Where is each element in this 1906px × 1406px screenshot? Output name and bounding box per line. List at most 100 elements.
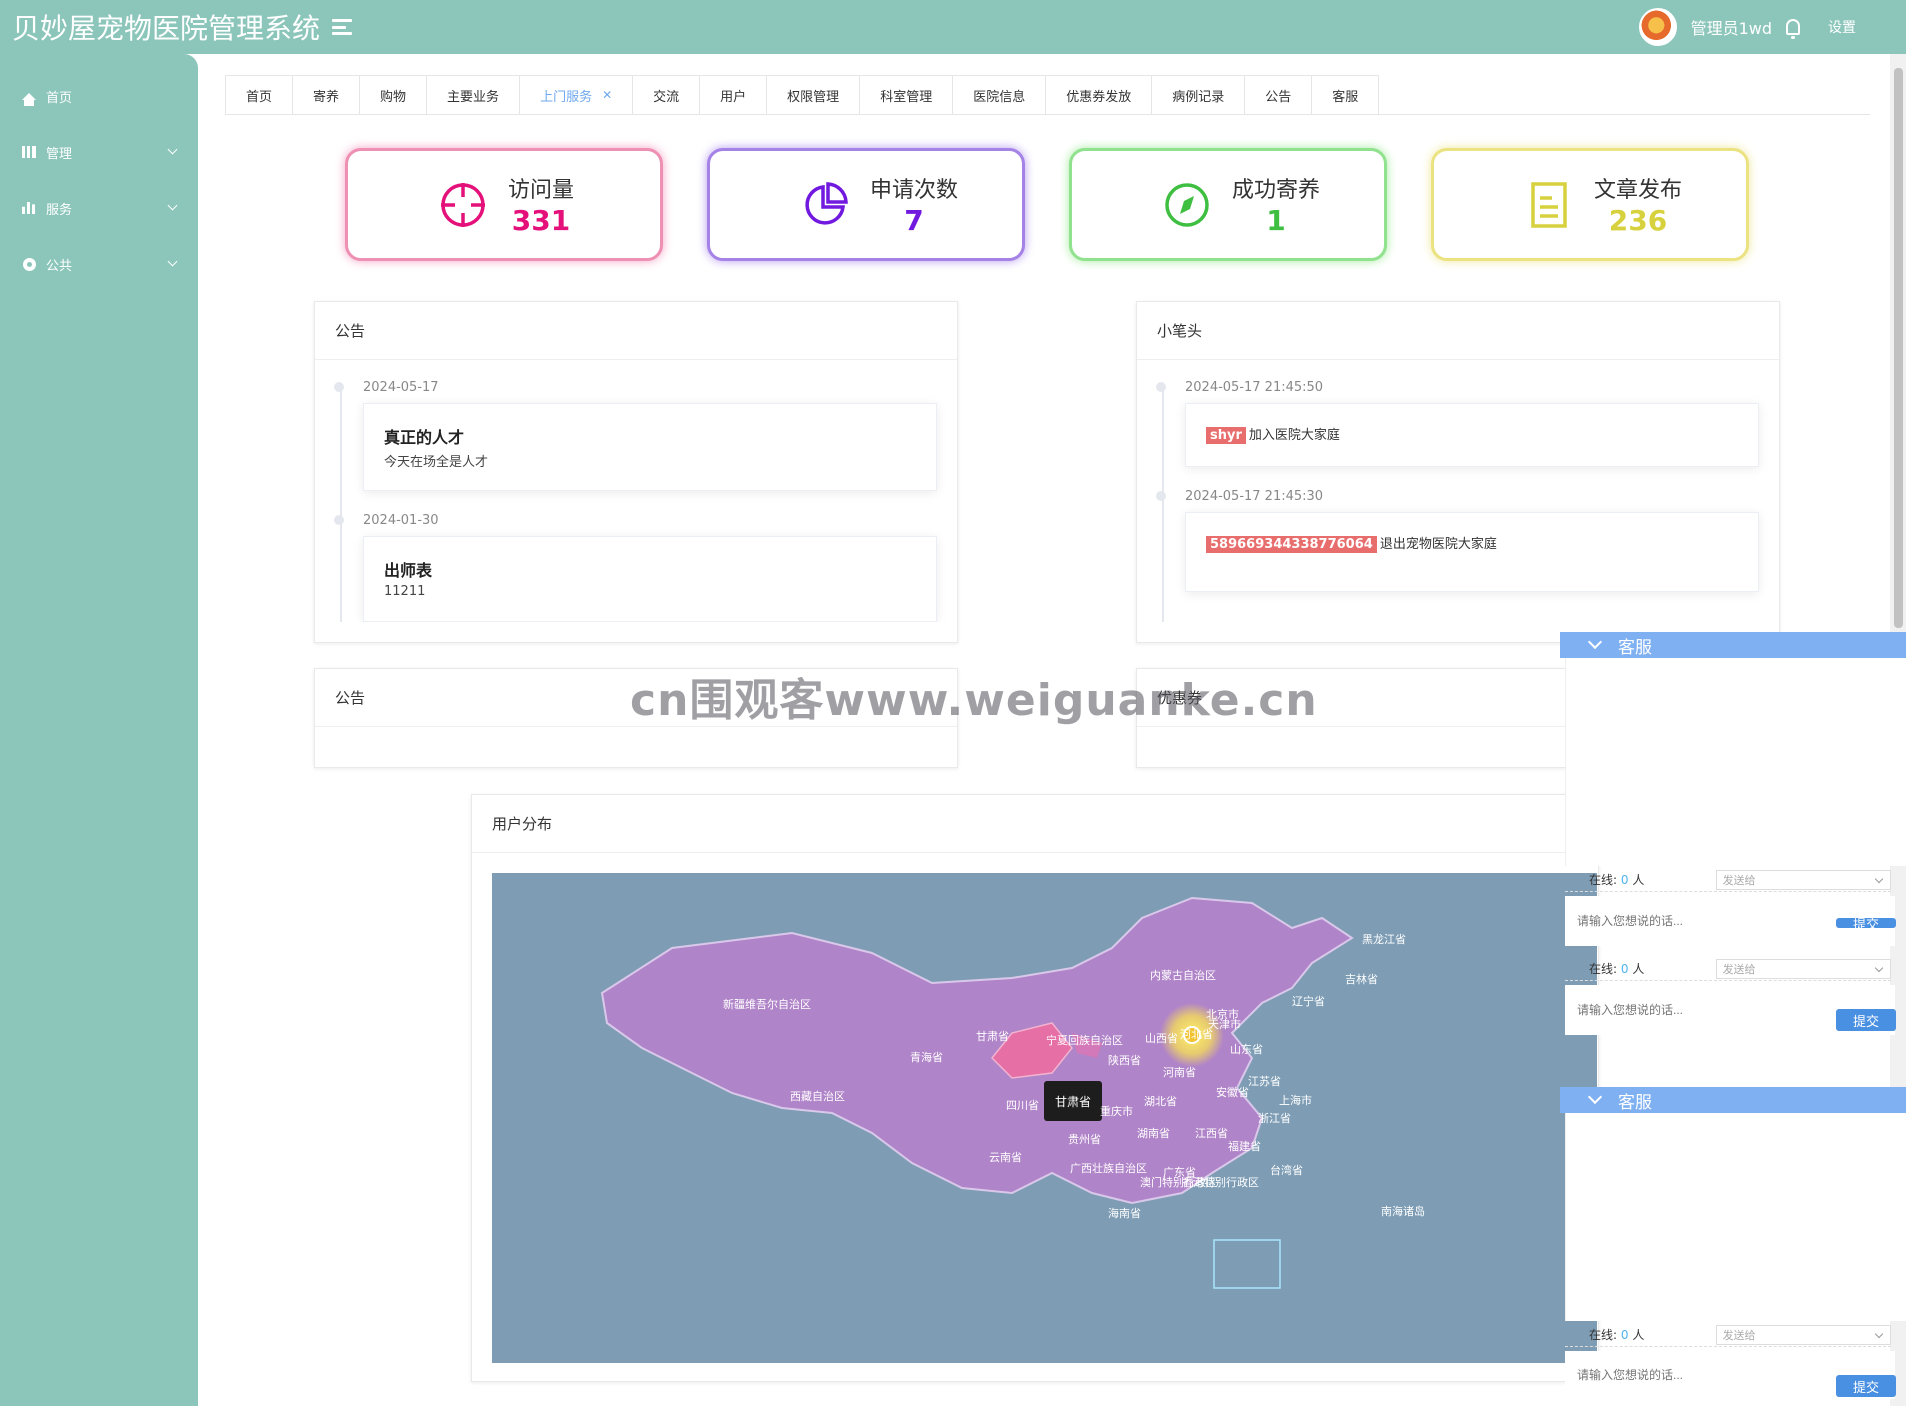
notice-body: 今天在场全是人才 [384, 455, 489, 470]
send-to-select[interactable]: 发送给 [1715, 869, 1891, 890]
chat-title: 客服 [1618, 637, 1652, 658]
chevron-down-icon [167, 144, 178, 155]
send-to-select[interactable]: 发送给 [1715, 1324, 1891, 1345]
timeline-date: 2024-01-30 [363, 513, 439, 528]
activity-panel: 小笔头 2024-05-17 21:45:50 shyr 加入医院大家庭 2024… [1136, 301, 1780, 643]
panel-title: 用户分布 [472, 795, 1598, 853]
tab-coupons[interactable]: 优惠券发放 [1045, 75, 1152, 115]
chevron-down-icon [167, 200, 178, 211]
user-tag: shyr [1206, 427, 1246, 444]
notice-panel: 公告 2024-05-17 真正的人才 今天在场全是人才 2024-01-30 … [314, 301, 958, 643]
crosshair-icon [438, 180, 488, 230]
timeline-item: 2024-05-17 21:45:30 589669344338776064 退出… [1156, 489, 1759, 592]
pie-chart-icon [800, 180, 850, 230]
activity-timeline: 2024-05-17 21:45:50 shyr 加入医院大家庭 2024-05-… [1137, 360, 1779, 622]
chat-header[interactable]: 客服 [1560, 1087, 1906, 1113]
tab-customer-service[interactable]: 客服 [1311, 75, 1380, 115]
activity-text: 加入医院大家庭 [1248, 428, 1340, 443]
notice-card[interactable]: 真正的人才 今天在场全是人才 [363, 403, 937, 491]
sidebar-item-service[interactable]: 服务 [0, 180, 198, 236]
notice-timeline: 2024-05-17 真正的人才 今天在场全是人才 2024-01-30 出师表… [315, 360, 957, 622]
tab-home[interactable]: 首页 [225, 75, 293, 115]
panel-title: 小笔头 [1137, 302, 1779, 360]
scroll-thumb[interactable] [1894, 68, 1903, 628]
tab-shopping[interactable]: 购物 [359, 75, 427, 115]
online-label: 在线: [1589, 873, 1618, 887]
avatar[interactable] [1638, 8, 1677, 46]
tab-hospital-info[interactable]: 医院信息 [952, 75, 1046, 115]
bell-icon[interactable] [1786, 19, 1800, 39]
stat-card-foster-success: 成功寄养 1 [1069, 148, 1387, 261]
online-number: 0 [1620, 873, 1629, 887]
chat-header[interactable]: 客服 [1560, 632, 1906, 658]
online-unit: 人 [1632, 1328, 1645, 1342]
chevron-down-icon[interactable] [1587, 634, 1603, 650]
send-to-select[interactable]: 发送给 [1715, 958, 1891, 979]
chevron-down-icon[interactable] [1587, 1089, 1603, 1105]
stat-value: 1 [1266, 204, 1286, 237]
timeline-dot [334, 515, 344, 525]
online-count: 在线: 0 人 [1589, 871, 1716, 888]
menu-toggle-icon[interactable] [332, 19, 353, 35]
sidebar-item-label: 公共 [46, 258, 73, 274]
panel-title: 公告 [315, 302, 957, 360]
compass-icon [1162, 180, 1212, 230]
timeline-date: 2024-05-17 21:45:30 [1185, 489, 1324, 504]
map-tooltip: 甘肃省 [1044, 1081, 1102, 1121]
stat-card-visits: 访问量 331 [345, 148, 663, 261]
online-count: 在线: 0 人 [1589, 960, 1716, 977]
close-icon[interactable]: ✕ [602, 88, 612, 102]
home-icon [22, 89, 36, 106]
timeline-dot [1156, 491, 1166, 501]
timeline-date: 2024-05-17 21:45:50 [1185, 380, 1324, 395]
settings-link[interactable]: 设置 [1828, 17, 1856, 37]
activity-text: 退出宠物医院大家庭 [1379, 537, 1497, 552]
tab-foster[interactable]: 寄养 [292, 75, 360, 115]
tab-notices[interactable]: 公告 [1244, 75, 1312, 115]
tab-users[interactable]: 用户 [699, 75, 767, 115]
stat-label: 成功寄养 [1232, 178, 1321, 203]
south-sea-box [1213, 1239, 1281, 1289]
tab-home-service[interactable]: 上门服务 ✕ [519, 75, 633, 115]
tab-case-records[interactable]: 病例记录 [1151, 75, 1245, 115]
admin-name[interactable]: 管理员1wd [1691, 15, 1772, 39]
activity-card: 589669344338776064 退出宠物医院大家庭 [1185, 512, 1759, 592]
tab-label: 上门服务 [540, 89, 593, 105]
submit-button[interactable]: 提交 [1836, 1375, 1896, 1397]
user-distribution-panel: 用户分布 [471, 794, 1599, 1382]
document-icon [1524, 180, 1574, 230]
submit-button[interactable]: 提交 [1836, 918, 1896, 928]
online-number: 0 [1620, 1328, 1629, 1342]
timeline-dot [334, 382, 344, 392]
stat-value: 331 [511, 204, 571, 237]
stat-value: 7 [904, 204, 924, 237]
chat-status-row: 在线: 0 人 发送给 [1565, 1323, 1891, 1347]
online-label: 在线: [1589, 962, 1618, 976]
hotspot-dot [1183, 1026, 1201, 1044]
submit-button[interactable]: 提交 [1836, 1009, 1896, 1031]
sidebar-item-home[interactable]: 首页 [0, 68, 198, 124]
china-outline[interactable] [600, 896, 1354, 1205]
timeline-item: 2024-05-17 21:45:50 shyr 加入医院大家庭 [1156, 380, 1759, 467]
watermark: cn围观客www.weiguanke.cn [630, 675, 1318, 726]
stat-label: 申请次数 [870, 178, 959, 203]
tab-exchange[interactable]: 交流 [632, 75, 700, 115]
sidebar-item-manage[interactable]: 管理 [0, 124, 198, 180]
notice-card[interactable]: 出师表 11211 [363, 536, 937, 622]
bar-chart-icon [22, 201, 36, 215]
grid-icon [22, 145, 36, 159]
gear-icon [22, 257, 36, 271]
chat-message-area [1565, 658, 1906, 866]
sidebar-item-label: 服务 [46, 202, 73, 218]
online-unit: 人 [1632, 962, 1645, 976]
timeline-item: 2024-05-17 真正的人才 今天在场全是人才 [334, 380, 937, 491]
stat-label: 文章发布 [1594, 178, 1683, 203]
sidebar-item-public[interactable]: 公共 [0, 236, 198, 292]
tab-departments[interactable]: 科室管理 [859, 75, 953, 115]
chat-message-area [1565, 1113, 1906, 1321]
top-header: 贝妙屋宠物医院管理系统 管理员1wd 设置 [0, 0, 1906, 54]
stat-value: 236 [1608, 204, 1668, 237]
tab-permissions[interactable]: 权限管理 [766, 75, 860, 115]
chat-title: 客服 [1618, 1092, 1652, 1113]
tab-main-business[interactable]: 主要业务 [426, 75, 520, 115]
